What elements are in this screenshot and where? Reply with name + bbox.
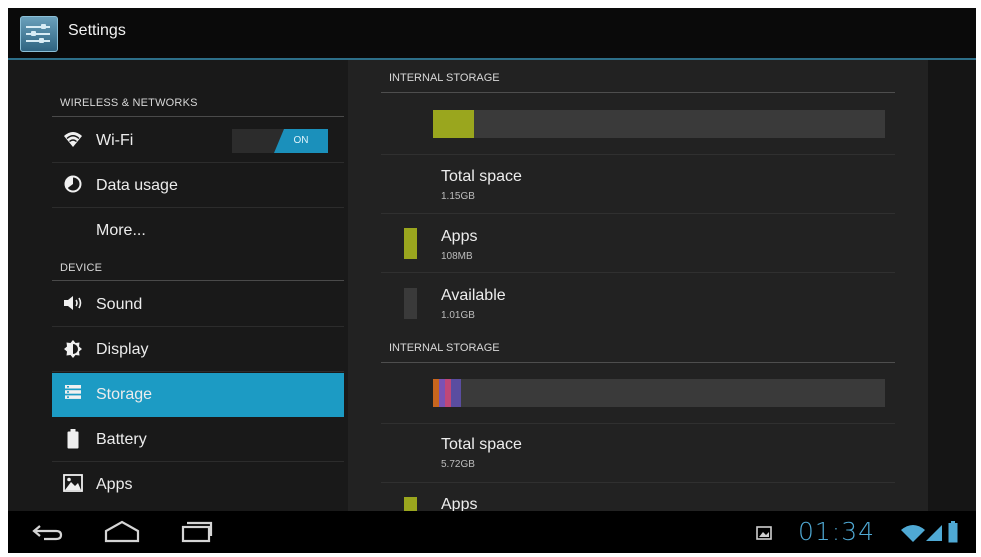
available-label: Available: [441, 287, 506, 304]
apps-value: 108MB: [441, 251, 473, 262]
data-usage-icon: [62, 175, 84, 197]
sidebar-item-storage[interactable]: Storage: [52, 373, 344, 417]
battery-icon: [62, 429, 84, 451]
available-value: 1.01GB: [441, 310, 475, 321]
total-space-label-2: Total space: [441, 436, 522, 453]
sidebar-item-more[interactable]: More...: [52, 209, 344, 253]
sidebar-item-data-usage[interactable]: Data usage: [52, 164, 344, 208]
apps-usage-fill: [433, 110, 474, 138]
sidebar-item-display[interactable]: Display: [52, 328, 344, 372]
storage-usage-bar-2: [433, 379, 885, 407]
app-title: Settings: [68, 22, 126, 39]
sidebar-item-sound[interactable]: Sound: [52, 283, 344, 327]
sidebar-item-apps[interactable]: Apps: [52, 463, 344, 507]
home-icon[interactable]: [104, 519, 140, 548]
section-header-internal-storage-2: INTERNAL STORAGE: [389, 342, 500, 354]
apps-icon: [62, 474, 84, 496]
sidebar-item-battery[interactable]: Battery: [52, 418, 344, 462]
storage-detail: INTERNAL STORAGE Total space 1.15GB Apps…: [348, 60, 928, 517]
wifi-signal-icon: [900, 523, 926, 548]
action-bar: Settings: [8, 8, 976, 60]
back-icon[interactable]: [30, 519, 64, 548]
divider: [381, 362, 895, 363]
divider: [52, 116, 344, 117]
available-color-swatch: [404, 288, 417, 319]
wifi-toggle[interactable]: ON: [232, 129, 328, 153]
sidebar-item-label: Sound: [96, 296, 143, 313]
divider: [52, 280, 344, 281]
cell-signal-icon: [925, 524, 943, 547]
screenshot-notification-icon[interactable]: [756, 526, 772, 545]
section-header-wireless: WIRELESS & NETWORKS: [60, 97, 198, 109]
section-header-internal-storage: INTERNAL STORAGE: [389, 72, 500, 84]
speaker-icon: [62, 294, 84, 316]
apps-color-swatch: [404, 228, 417, 259]
status-clock[interactable]: 01:34: [798, 517, 875, 546]
sidebar-item-label: Wi-Fi: [96, 132, 134, 149]
usage-segment: [451, 379, 461, 407]
recents-icon[interactable]: [180, 519, 214, 548]
section-header-device: DEVICE: [60, 262, 103, 274]
divider: [381, 92, 895, 93]
total-space-value-2: 5.72GB: [441, 459, 475, 470]
sidebar-item-label: Battery: [96, 431, 147, 448]
sidebar-item-label: Storage: [96, 386, 153, 403]
storage-icon: [62, 384, 84, 406]
display-icon: [62, 339, 84, 361]
sidebar-item-label: More...: [96, 222, 146, 239]
settings-icon[interactable]: [20, 16, 58, 52]
wifi-icon: [62, 130, 84, 152]
toggle-on-label: ON: [274, 129, 328, 153]
android-screen: Settings WIRELESS & NETWORKS Wi-Fi ON Da…: [8, 8, 976, 553]
battery-status-icon: [948, 521, 958, 548]
sidebar-item-label: Apps: [96, 476, 133, 493]
sidebar-item-wifi[interactable]: Wi-Fi ON: [52, 119, 344, 163]
total-space-label: Total space: [441, 168, 522, 185]
sidebar-item-label: Data usage: [96, 177, 178, 194]
apps-label[interactable]: Apps: [441, 228, 477, 246]
system-nav-bar: 01:34: [8, 511, 976, 553]
total-space-value: 1.15GB: [441, 191, 475, 202]
settings-list: WIRELESS & NETWORKS Wi-Fi ON Data usage …: [8, 60, 348, 511]
storage-usage-bar: [433, 110, 885, 138]
sidebar-item-label: Display: [96, 341, 149, 358]
